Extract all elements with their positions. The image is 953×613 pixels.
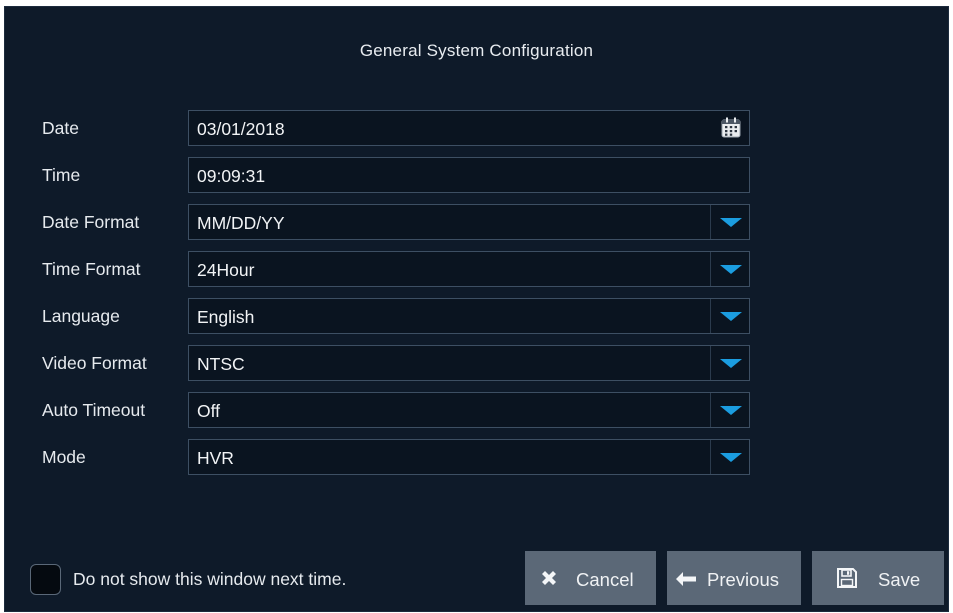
date-value: 03/01/2018 (197, 119, 285, 139)
general-system-configuration-dialog: General System Configuration Date 03/01/… (4, 6, 949, 612)
time-format-row: Time Format 24Hour (5, 251, 948, 287)
auto-timeout-select[interactable]: Off (188, 392, 750, 428)
video-format-row: Video Format NTSC (5, 345, 948, 381)
video-format-label: Video Format (42, 353, 147, 373)
video-format-dropdown-button[interactable] (710, 346, 749, 380)
cancel-button[interactable]: Cancel (525, 551, 656, 605)
language-row: Language English (5, 298, 948, 334)
auto-timeout-value: Off (197, 401, 221, 421)
video-format-select[interactable]: NTSC (188, 345, 750, 381)
save-button[interactable]: Save (812, 551, 944, 605)
floppy-disk-icon (837, 568, 857, 588)
mode-row: Mode HVR (5, 439, 948, 475)
previous-button[interactable]: Previous (667, 551, 801, 605)
mode-dropdown-button[interactable] (710, 440, 749, 474)
close-x-icon (542, 571, 556, 585)
time-format-value: 24Hour (197, 260, 255, 280)
date-label: Date (42, 118, 79, 138)
time-label: Time (42, 165, 81, 185)
mode-value: HVR (197, 448, 234, 468)
save-label: Save (878, 569, 921, 590)
time-value: 09:09:31 (197, 166, 266, 186)
auto-timeout-dropdown-button[interactable] (710, 393, 749, 427)
time-format-select[interactable]: 24Hour (188, 251, 750, 287)
chevron-down-icon (720, 453, 742, 462)
date-row: Date 03/01/2018 (5, 110, 948, 146)
language-dropdown-button[interactable] (710, 299, 749, 333)
mode-select[interactable]: HVR (188, 439, 750, 475)
language-label: Language (42, 306, 120, 326)
dialog-title: General System Configuration (359, 41, 594, 60)
language-select[interactable]: English (188, 298, 750, 334)
date-format-label: Date Format (42, 212, 140, 232)
date-field[interactable]: 03/01/2018 (188, 110, 750, 146)
date-format-select[interactable]: MM/DD/YY (188, 204, 750, 240)
date-format-value: MM/DD/YY (197, 213, 285, 233)
chevron-down-icon (720, 218, 742, 227)
do-not-show-checkbox[interactable] (30, 564, 61, 595)
cancel-label: Cancel (576, 569, 634, 590)
time-field[interactable]: 09:09:31 (188, 157, 750, 193)
date-format-row: Date Format MM/DD/YY (5, 204, 948, 240)
chevron-down-icon (720, 406, 742, 415)
auto-timeout-label: Auto Timeout (42, 400, 146, 420)
language-value: English (197, 307, 255, 327)
time-format-dropdown-button[interactable] (710, 252, 749, 286)
arrow-left-icon (676, 572, 696, 586)
calendar-icon[interactable] (721, 117, 741, 138)
auto-timeout-row: Auto Timeout Off (5, 392, 948, 428)
video-format-value: NTSC (197, 354, 245, 374)
do-not-show-label[interactable]: Do not show this window next time. (73, 564, 346, 595)
time-row: Time 09:09:31 (5, 157, 948, 193)
chevron-down-icon (720, 265, 742, 274)
mode-label: Mode (42, 447, 86, 467)
previous-label: Previous (707, 569, 779, 590)
time-format-label: Time Format (42, 259, 141, 279)
chevron-down-icon (720, 312, 742, 321)
date-format-dropdown-button[interactable] (710, 205, 749, 239)
chevron-down-icon (720, 359, 742, 368)
